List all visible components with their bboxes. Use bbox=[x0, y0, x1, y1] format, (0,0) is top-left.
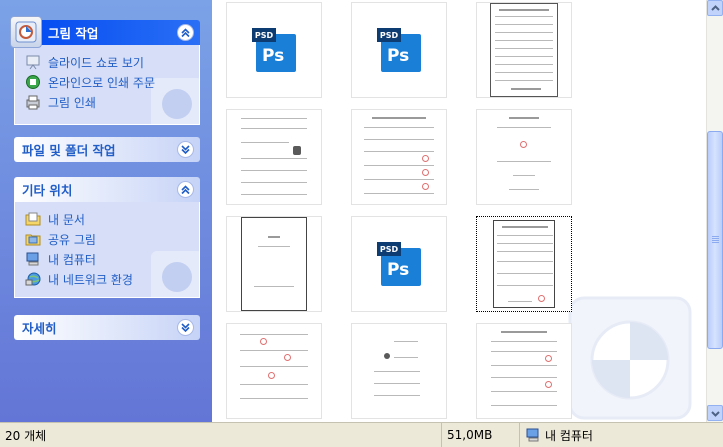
thumbnail[interactable]: PSD Ps bbox=[351, 2, 447, 98]
shared-pictures-label: 공유 그림 bbox=[48, 232, 96, 247]
thumbnail[interactable] bbox=[226, 216, 322, 312]
file-folder-tasks-header[interactable]: 파일 및 폴더 작업 bbox=[14, 137, 200, 162]
my-computer-label: 내 컴퓨터 bbox=[48, 252, 96, 267]
expand-chevron-icon[interactable] bbox=[177, 141, 194, 158]
document-preview bbox=[239, 112, 309, 202]
picture-tasks-panel: 그림 작업 슬라이드 쇼로 보기 온라인으로 인쇄 주문 그림 인쇄 bbox=[10, 16, 200, 125]
details-panel: 자세히 bbox=[14, 315, 200, 340]
other-places-header[interactable]: 기타 위치 bbox=[14, 177, 200, 202]
shared-pictures-icon bbox=[25, 234, 41, 246]
thumbnail-selected[interactable] bbox=[476, 216, 572, 312]
thumbnail[interactable] bbox=[351, 109, 447, 205]
my-network-places-link[interactable]: 내 네트워크 환경 bbox=[25, 269, 191, 289]
file-folder-tasks-panel: 파일 및 폴더 작업 bbox=[14, 137, 200, 162]
status-size: 51,0MB bbox=[442, 423, 520, 447]
scroll-thumb[interactable] bbox=[707, 131, 723, 349]
scroll-up-button[interactable] bbox=[707, 0, 723, 16]
document-preview bbox=[362, 115, 436, 199]
document-preview bbox=[491, 113, 557, 201]
psd-badge: PSD bbox=[377, 242, 401, 256]
collapse-chevron-icon[interactable] bbox=[177, 181, 194, 198]
arrow-up-icon bbox=[710, 4, 720, 11]
my-documents-label: 내 문서 bbox=[48, 212, 85, 227]
document-preview bbox=[238, 328, 310, 414]
my-computer-icon bbox=[526, 428, 539, 442]
slideshow-icon bbox=[26, 55, 40, 70]
status-bar: 20 개체 51,0MB 내 컴퓨터 bbox=[0, 422, 723, 447]
picture-folder-icon bbox=[10, 16, 42, 48]
status-object-count: 20 개체 bbox=[0, 423, 442, 447]
picture-tasks-body: 슬라이드 쇼로 보기 온라인으로 인쇄 주문 그림 인쇄 bbox=[14, 45, 200, 125]
scroll-down-button[interactable] bbox=[707, 405, 723, 421]
thumbnail[interactable] bbox=[476, 109, 572, 205]
print-pictures-label: 그림 인쇄 bbox=[48, 95, 96, 110]
document-preview bbox=[364, 331, 434, 411]
details-header[interactable]: 자세히 bbox=[14, 315, 200, 340]
other-places-panel: 기타 위치 내 문서 공유 그림 내 컴퓨터 내 네트워크 환경 bbox=[14, 177, 200, 298]
collapse-chevron-icon[interactable] bbox=[177, 24, 194, 41]
thumbnail[interactable] bbox=[226, 109, 322, 205]
vertical-scrollbar[interactable] bbox=[706, 0, 723, 422]
slideshow-link[interactable]: 슬라이드 쇼로 보기 bbox=[25, 52, 191, 72]
photoshop-file-icon: PSD Ps bbox=[377, 242, 421, 286]
file-folder-tasks-title: 파일 및 폴더 작업 bbox=[22, 143, 116, 158]
shared-pictures-link[interactable]: 공유 그림 bbox=[25, 229, 191, 249]
photoshop-file-icon: PSD Ps bbox=[377, 28, 421, 72]
ps-label: Ps bbox=[387, 46, 410, 66]
order-prints-online-link[interactable]: 온라인으로 인쇄 주문 bbox=[25, 72, 191, 92]
my-computer-link[interactable]: 내 컴퓨터 bbox=[25, 249, 191, 269]
status-location-label: 내 컴퓨터 bbox=[545, 428, 593, 443]
psd-badge: PSD bbox=[252, 28, 276, 42]
slideshow-label: 슬라이드 쇼로 보기 bbox=[48, 55, 144, 70]
my-network-places-label: 내 네트워크 환경 bbox=[48, 272, 133, 287]
order-prints-online-label: 온라인으로 인쇄 주문 bbox=[48, 75, 155, 90]
photoshop-file-icon: PSD Ps bbox=[252, 28, 296, 72]
print-pictures-link[interactable]: 그림 인쇄 bbox=[25, 92, 191, 112]
thumbnail[interactable] bbox=[476, 323, 572, 419]
thumbnail[interactable] bbox=[351, 323, 447, 419]
ps-label: Ps bbox=[262, 46, 285, 66]
document-preview bbox=[241, 217, 307, 311]
document-preview bbox=[490, 3, 558, 97]
my-computer-icon bbox=[26, 252, 39, 266]
psd-badge: PSD bbox=[377, 28, 401, 42]
ps-label: Ps bbox=[387, 260, 410, 280]
order-prints-online-icon bbox=[26, 75, 40, 89]
my-documents-link[interactable]: 내 문서 bbox=[25, 209, 191, 229]
my-network-places-icon bbox=[25, 272, 41, 286]
other-places-body: 내 문서 공유 그림 내 컴퓨터 내 네트워크 환경 bbox=[14, 202, 200, 298]
print-pictures-icon bbox=[26, 95, 40, 110]
document-preview bbox=[493, 220, 555, 308]
expand-chevron-icon[interactable] bbox=[177, 319, 194, 336]
status-location: 내 컴퓨터 bbox=[520, 423, 723, 447]
document-preview bbox=[489, 329, 559, 413]
thumbnail-view[interactable]: PSD Ps PSD Ps PSD Ps bbox=[212, 0, 706, 422]
details-title: 자세히 bbox=[22, 321, 57, 336]
thumbnail[interactable]: PSD Ps bbox=[351, 216, 447, 312]
other-places-title: 기타 위치 bbox=[22, 183, 73, 198]
thumbnail[interactable] bbox=[226, 323, 322, 419]
watermark-icon bbox=[568, 296, 692, 420]
my-documents-icon bbox=[25, 212, 41, 226]
thumbnail[interactable] bbox=[476, 2, 572, 98]
task-pane: 그림 작업 슬라이드 쇼로 보기 온라인으로 인쇄 주문 그림 인쇄 파일 및 … bbox=[0, 0, 212, 422]
thumbnail[interactable]: PSD Ps bbox=[226, 2, 322, 98]
arrow-down-icon bbox=[710, 410, 720, 417]
